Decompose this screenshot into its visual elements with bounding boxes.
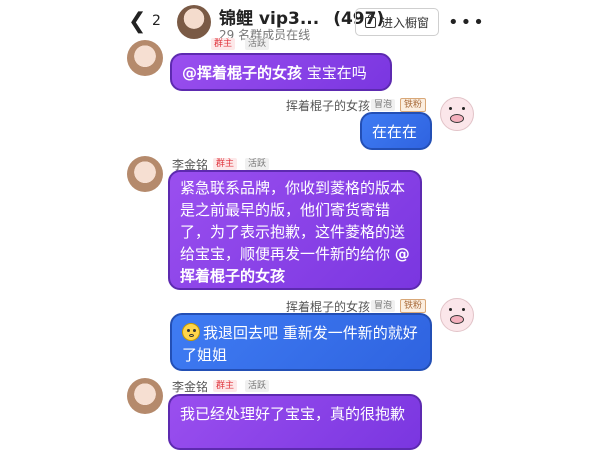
avatar[interactable] xyxy=(127,378,163,414)
chat-header: ❮ 2 锦鲤 vip3... (497) 29 名群成员在线 进入橱窗 ••• xyxy=(0,0,600,44)
owner-badge: 群主 xyxy=(213,380,238,392)
shopping-bag-icon xyxy=(364,13,376,28)
message-text: 宝宝在吗 xyxy=(302,64,367,82)
message-bubble[interactable]: 我已经处理好了宝宝，真的很抱歉 xyxy=(168,394,422,450)
message-text: 我已经处理好了宝宝，真的很抱歉 xyxy=(180,405,406,423)
smile-emoji-icon xyxy=(182,323,200,341)
mention-link[interactable]: @挥着棍子的女孩 xyxy=(182,64,302,82)
message-text: 紧急联系品牌，你收到菱格的版本是之前最早的版，他们寄货寄错了，为了表示抱歉，这件… xyxy=(180,179,406,263)
message-bubble[interactable]: @挥着棍子的女孩 宝宝在吗 xyxy=(170,53,392,91)
enter-window-label: 进入橱窗 xyxy=(380,15,429,30)
group-avatar[interactable] xyxy=(177,5,211,39)
message-bubble[interactable]: 我退回去吧 重新发一件新的就好了姐姐 xyxy=(170,313,432,371)
active-badge: 活跃 xyxy=(245,38,270,50)
enter-window-button[interactable]: 进入橱窗 xyxy=(355,8,439,36)
owner-badge: 群主 xyxy=(211,38,236,50)
message-text: 在在在 xyxy=(372,123,418,141)
sender-name: 李金铭 xyxy=(172,380,209,394)
iron-fan-badge: 铁粉 xyxy=(400,299,427,313)
bubble-badge: 冒泡 xyxy=(371,300,396,312)
iron-fan-badge: 铁粉 xyxy=(400,98,427,112)
avatar[interactable] xyxy=(440,298,474,332)
message-bubble[interactable]: 紧急联系品牌，你收到菱格的版本是之前最早的版，他们寄货寄错了，为了表示抱歉，这件… xyxy=(168,170,422,290)
unread-count: 2 xyxy=(152,13,161,29)
message-bubble[interactable]: 在在在 xyxy=(360,112,432,150)
avatar[interactable] xyxy=(127,40,163,76)
active-badge: 活跃 xyxy=(245,158,270,170)
bubble-badge: 冒泡 xyxy=(371,99,396,111)
sender-name: 挥着棍子的女孩 xyxy=(286,99,371,113)
owner-badge: 群主 xyxy=(213,158,238,170)
avatar[interactable] xyxy=(440,97,474,131)
avatar[interactable] xyxy=(127,156,163,192)
active-badge: 活跃 xyxy=(245,380,270,392)
more-dots-icon[interactable]: ••• xyxy=(448,12,486,33)
chevron-left-icon[interactable]: ❮ xyxy=(128,10,150,34)
message-text: 我退回去吧 重新发一件新的就好了姐姐 xyxy=(182,324,418,364)
